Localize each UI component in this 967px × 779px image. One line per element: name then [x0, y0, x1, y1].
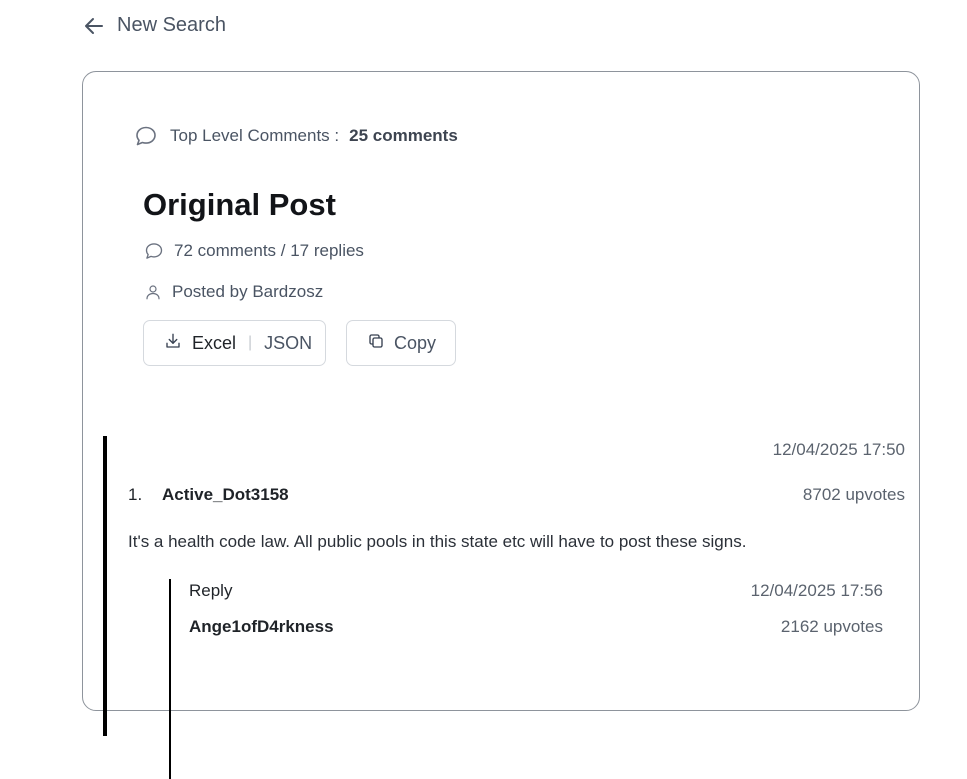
top-level-count: 25 comments [349, 126, 458, 145]
reply-author: Ange1ofD4rkness [189, 617, 334, 636]
new-search-link[interactable]: New Search [83, 14, 226, 37]
comment-timestamp: 12/04/2025 17:50 [772, 440, 905, 459]
export-separator: | [248, 334, 253, 351]
copy-label: Copy [394, 332, 437, 353]
post-author: Posted by Bardzosz [172, 282, 324, 301]
new-search-label: New Search [117, 14, 226, 36]
chat-bubble-icon [144, 241, 164, 261]
comment-author: Active_Dot3158 [162, 485, 289, 504]
export-button-group: Excel | JSON [143, 320, 326, 366]
copy-icon [367, 332, 385, 355]
comment-body: It's a health code law. All public pools… [128, 532, 747, 551]
copy-button[interactable]: Copy [346, 320, 456, 366]
post-card: Top Level Comments : 25 comments Origina… [82, 71, 920, 779]
json-export-button[interactable]: JSON [264, 333, 312, 354]
download-icon [164, 332, 182, 355]
comments-replies-count: 72 comments / 17 replies [174, 241, 364, 260]
comments-replies-meta: 72 comments / 17 replies [144, 241, 364, 261]
comment-upvotes: 8702 upvotes [802, 485, 905, 504]
excel-export-button[interactable]: Excel [192, 333, 236, 354]
reply-upvotes: 2162 upvotes [780, 617, 883, 636]
page-title: Original Post [143, 187, 336, 222]
top-level-label: Top Level Comments : [170, 126, 340, 145]
comment-header: 1. Active_Dot3158 [128, 485, 289, 505]
reply-label: Reply [189, 581, 233, 600]
comment-index: 1. [128, 485, 143, 504]
top-level-comments-summary: Top Level Comments : 25 comments [134, 124, 458, 148]
user-icon [144, 283, 162, 301]
comment-thread: 12/04/2025 17:50 1. Active_Dot3158 8702 … [103, 436, 905, 779]
reply-item: Reply 12/04/2025 17:56 Ange1ofD4rkness 2… [169, 579, 883, 779]
chat-bubble-icon [134, 124, 158, 148]
arrow-left-icon [83, 15, 105, 37]
reply-timestamp: 12/04/2025 17:56 [750, 581, 883, 600]
post-author-meta: Posted by Bardzosz [144, 282, 323, 302]
